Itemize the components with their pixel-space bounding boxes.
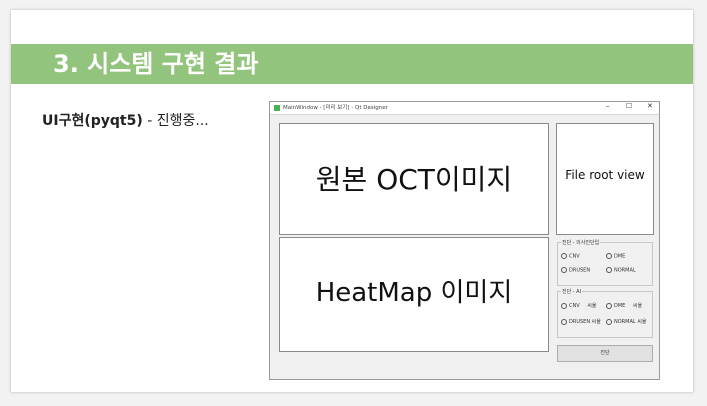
ai-diagnosis-group: 진단 - AI CNV 씨율 DME 씨율 DRUSEN 씨율 NORMAL 씨… <box>557 288 653 338</box>
bullet-rest: - 진행중... <box>142 113 209 129</box>
heatmap-panel: HeatMap 이미지 <box>279 237 549 352</box>
maximize-icon[interactable]: ☐ <box>626 102 632 110</box>
original-oct-label: 원본 OCT이미지 <box>315 163 513 196</box>
radio-doctor-normal[interactable]: NORMAL <box>606 267 636 274</box>
doctor-diagnosis-group: 진단 - 의사진단입 CNV DME DRUSEN NORMAL <box>557 239 653 286</box>
minimize-icon[interactable]: – <box>606 102 610 110</box>
radio-circle-icon <box>606 318 612 325</box>
radio-doctor-drusen[interactable]: DRUSEN <box>561 267 590 274</box>
original-oct-panel: 원본 OCT이미지 <box>279 123 549 235</box>
qt-window-screenshot: MainWindow - [미리 보기] - Qt Designer – ☐ ✕… <box>269 101 660 380</box>
bullet-bold: UI구현(pyqt5) <box>42 113 143 129</box>
radio-circle-icon <box>606 253 612 259</box>
ai-diagnosis-title: 진단 - AI <box>561 288 583 295</box>
radio-circle-icon <box>561 318 567 325</box>
radio-circle-icon <box>606 267 612 273</box>
radio-circle-icon <box>561 302 567 309</box>
title-bar: 3. 시스템 구현 결과 <box>11 44 693 84</box>
bullet-text: UI구현(pyqt5) - 진행중... <box>42 110 209 130</box>
diagnose-button[interactable]: 진단 <box>557 345 653 362</box>
close-icon[interactable]: ✕ <box>647 102 653 110</box>
file-root-view-label: File root view <box>565 168 645 182</box>
file-root-view-panel: File root view <box>556 123 654 235</box>
slide: 3. 시스템 구현 결과 UI구현(pyqt5) - 진행중... MainWi… <box>11 10 693 392</box>
qt-window-title: MainWindow - [미리 보기] - Qt Designer <box>283 105 388 111</box>
doctor-diagnosis-title: 진단 - 의사진단입 <box>561 239 601 246</box>
radio-circle-icon <box>561 253 567 259</box>
slide-title: 3. 시스템 구현 결과 <box>53 50 259 78</box>
radio-doctor-dme[interactable]: DME <box>606 253 625 260</box>
heatmap-label: HeatMap 이미지 <box>315 278 513 308</box>
radio-ai-drusen[interactable]: DRUSEN 씨율 <box>561 318 601 325</box>
radio-circle-icon <box>606 302 612 309</box>
qt-titlebar: MainWindow - [미리 보기] - Qt Designer – ☐ ✕ <box>270 102 659 115</box>
radio-doctor-cnv[interactable]: CNV <box>561 253 580 260</box>
radio-ai-cnv[interactable]: CNV 씨율 <box>561 302 596 309</box>
app-icon <box>274 105 280 111</box>
radio-ai-normal[interactable]: NORMAL 씨율 <box>606 318 646 325</box>
radio-circle-icon <box>561 267 567 273</box>
radio-ai-dme[interactable]: DME 씨율 <box>606 302 642 309</box>
